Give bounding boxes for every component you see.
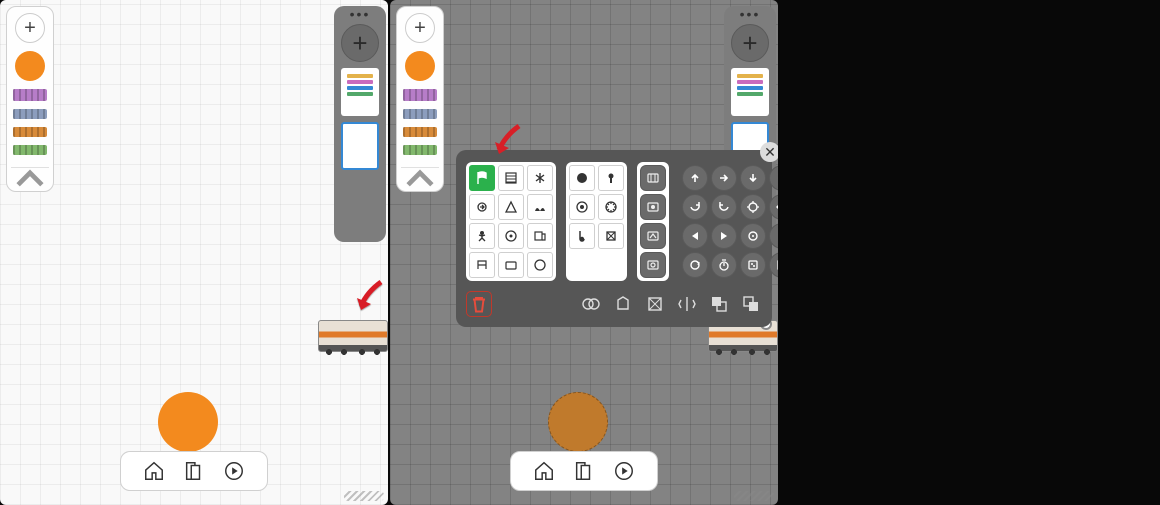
- flip-h-icon[interactable]: [676, 293, 698, 315]
- start-on-green-flag-icon[interactable]: [469, 165, 495, 191]
- motion-blocks-group: [679, 162, 778, 281]
- rotate-cw-icon[interactable]: [682, 194, 708, 220]
- face-right-icon[interactable]: [711, 223, 737, 249]
- behaviors-popup: ✕: [456, 150, 772, 327]
- transform-ops: [580, 293, 762, 315]
- jump-icon[interactable]: [769, 223, 778, 249]
- move-right-icon[interactable]: [469, 194, 495, 220]
- face-up-icon[interactable]: [740, 223, 766, 249]
- control-blocks-group: [637, 162, 669, 281]
- canvas-orange-ball[interactable]: [548, 392, 608, 452]
- go-home-icon[interactable]: [498, 252, 524, 278]
- show-icon[interactable]: [598, 223, 624, 249]
- reset-size-icon[interactable]: [598, 194, 624, 220]
- pages-panel: ••• +: [334, 6, 386, 242]
- spin-icon[interactable]: [740, 194, 766, 220]
- orange-circle-sprite[interactable]: [405, 51, 435, 81]
- home-button[interactable]: [533, 460, 555, 482]
- add-sprite-button[interactable]: +: [15, 13, 45, 43]
- add-page-button[interactable]: +: [731, 24, 769, 62]
- turn-right-icon[interactable]: [498, 223, 524, 249]
- popup-close-button[interactable]: ✕: [760, 142, 778, 162]
- pages-drag-handle-icon[interactable]: •••: [350, 10, 371, 18]
- move-down-icon[interactable]: [469, 223, 495, 249]
- repeat-icon[interactable]: [640, 252, 666, 278]
- bottom-toolbar: [510, 451, 658, 491]
- train-sprite-green[interactable]: [13, 145, 47, 155]
- train-sprite-purple[interactable]: [403, 89, 437, 101]
- group-icon[interactable]: [580, 293, 602, 315]
- turn-left-icon[interactable]: [527, 223, 553, 249]
- train-sprite-orange[interactable]: [403, 127, 437, 137]
- timer-icon[interactable]: [711, 252, 737, 278]
- add-sprite-button[interactable]: +: [405, 13, 435, 43]
- layer-back-icon[interactable]: [708, 293, 730, 315]
- hide-icon[interactable]: [569, 223, 595, 249]
- screen-step-2: + ••• +: [390, 0, 778, 505]
- play-button[interactable]: [223, 460, 245, 482]
- page-thumb-1[interactable]: [731, 68, 769, 116]
- say-icon[interactable]: [569, 165, 595, 191]
- layer-front-icon[interactable]: [740, 293, 762, 315]
- loop-icon[interactable]: [682, 252, 708, 278]
- move-down-arrow-icon[interactable]: [740, 165, 766, 191]
- move-left-icon[interactable]: [498, 194, 524, 220]
- rotate-ccw-icon[interactable]: [711, 194, 737, 220]
- shrink-icon[interactable]: [569, 194, 595, 220]
- speed-icon[interactable]: [640, 223, 666, 249]
- pages-drag-handle-icon[interactable]: •••: [740, 10, 761, 18]
- grid-icon[interactable]: [769, 252, 778, 278]
- move-left-arrow-icon[interactable]: [769, 165, 778, 191]
- trigger-blocks-group: [466, 162, 556, 281]
- pages-button[interactable]: [573, 460, 595, 482]
- message-block-icon[interactable]: [527, 252, 553, 278]
- resize-grip-icon: [734, 491, 774, 501]
- random-icon[interactable]: [740, 252, 766, 278]
- orange-circle-sprite[interactable]: [15, 51, 45, 81]
- grow-icon[interactable]: [598, 165, 624, 191]
- home-button[interactable]: [143, 460, 165, 482]
- ungroup-icon[interactable]: [612, 293, 634, 315]
- stop-icon[interactable]: [640, 194, 666, 220]
- train-sprite-orange[interactable]: [13, 127, 47, 137]
- bring-front-icon[interactable]: [644, 293, 666, 315]
- flip-icon[interactable]: [769, 194, 778, 220]
- pages-button[interactable]: [183, 460, 205, 482]
- bottom-toolbar: [120, 451, 268, 491]
- train-sprite-blue[interactable]: [13, 109, 47, 119]
- move-right-arrow-icon[interactable]: [711, 165, 737, 191]
- move-up-icon[interactable]: [527, 194, 553, 220]
- start-on-bump-icon[interactable]: [527, 165, 553, 191]
- sprite-palette: +: [396, 6, 444, 192]
- train-sprite-green[interactable]: [403, 145, 437, 155]
- page-thumb-2[interactable]: [341, 122, 379, 170]
- resize-grip-icon: [344, 491, 384, 501]
- play-button[interactable]: [613, 460, 635, 482]
- move-up-arrow-icon[interactable]: [682, 165, 708, 191]
- canvas-orange-ball[interactable]: [158, 392, 218, 452]
- hop-icon[interactable]: [469, 252, 495, 278]
- palette-collapse-button[interactable]: [11, 167, 49, 191]
- wait-icon[interactable]: [640, 165, 666, 191]
- palette-collapse-button[interactable]: [401, 167, 439, 191]
- canvas-train-sprite[interactable]: [318, 320, 388, 352]
- sprite-palette: +: [6, 6, 54, 192]
- face-left-icon[interactable]: [682, 223, 708, 249]
- delete-button[interactable]: [466, 291, 492, 317]
- start-on-tap-icon[interactable]: [498, 165, 524, 191]
- screen-step-1: + ••• +: [0, 0, 388, 505]
- train-sprite-purple[interactable]: [13, 89, 47, 101]
- train-sprite-blue[interactable]: [403, 109, 437, 119]
- add-page-button[interactable]: +: [341, 24, 379, 62]
- page-thumb-1[interactable]: [341, 68, 379, 116]
- looks-blocks-group: [566, 162, 627, 281]
